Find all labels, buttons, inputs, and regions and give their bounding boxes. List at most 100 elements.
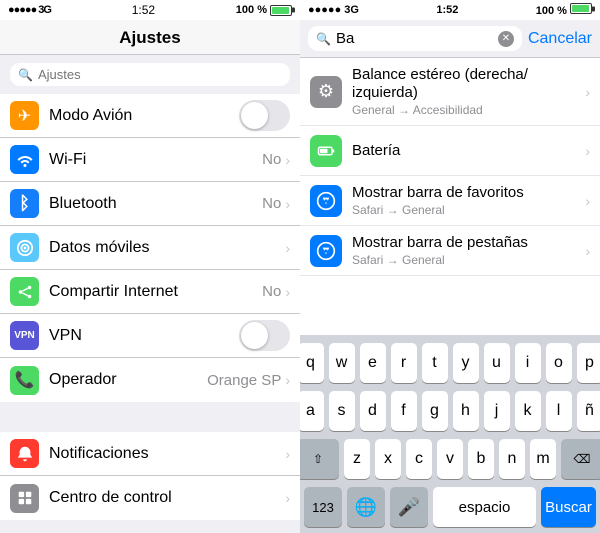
key-j[interactable]: j bbox=[484, 391, 510, 431]
notificaciones-icon bbox=[10, 439, 39, 468]
sidebar-item-datos[interactable]: Datos móviles › bbox=[0, 226, 300, 270]
barra-pestanas-title: Mostrar barra de pestañas bbox=[352, 234, 585, 252]
right-search-input[interactable] bbox=[336, 30, 493, 47]
key-globe[interactable]: 🌐 bbox=[347, 487, 385, 527]
vpn-toggle[interactable] bbox=[239, 320, 290, 351]
result-barra-pestanas[interactable]: Mostrar barra de pestañas Safari → Gener… bbox=[300, 226, 600, 276]
key-h[interactable]: h bbox=[453, 391, 479, 431]
sidebar-item-operador[interactable]: 📞 Operador Orange SP › bbox=[0, 358, 300, 402]
settings-list: ✈ Modo Avión Wi-Fi No › ᛒ bbox=[0, 94, 300, 533]
sidebar-item-bluetooth[interactable]: ᛒ Bluetooth No › bbox=[0, 182, 300, 226]
key-e[interactable]: e bbox=[360, 343, 386, 383]
battery-icon bbox=[270, 5, 292, 16]
key-a[interactable]: a bbox=[300, 391, 324, 431]
key-p[interactable]: p bbox=[577, 343, 600, 383]
centro-control-label: Centro de control bbox=[49, 489, 285, 507]
key-u[interactable]: u bbox=[484, 343, 510, 383]
right-signal: ●●●●● 3G bbox=[308, 4, 359, 16]
keyboard: q w e r t y u i o p a s d f g h j k l ñ … bbox=[300, 335, 600, 533]
bluetooth-icon: ᛒ bbox=[10, 189, 39, 218]
sidebar-item-vpn[interactable]: VPN VPN bbox=[0, 314, 300, 358]
key-o[interactable]: o bbox=[546, 343, 572, 383]
key-w[interactable]: w bbox=[329, 343, 355, 383]
wifi-chevron: › bbox=[285, 152, 290, 168]
keyboard-row-1: q w e r t y u i o p bbox=[304, 343, 596, 383]
key-123[interactable]: 123 bbox=[304, 487, 342, 527]
notificaciones-label: Notificaciones bbox=[49, 445, 285, 463]
bateria-icon bbox=[310, 135, 342, 167]
balance-subtitle: General → Accesibilidad bbox=[352, 103, 585, 117]
vpn-icon: VPN bbox=[10, 321, 39, 350]
sidebar-item-wifi[interactable]: Wi-Fi No › bbox=[0, 138, 300, 182]
notificaciones-chevron: › bbox=[285, 446, 290, 462]
key-buscar[interactable]: Buscar bbox=[541, 487, 596, 527]
search-input[interactable] bbox=[38, 67, 282, 82]
safari-fav-icon bbox=[310, 185, 342, 217]
key-r[interactable]: r bbox=[391, 343, 417, 383]
section-separator bbox=[0, 402, 300, 432]
barra-favoritos-subtitle: Safari → General bbox=[352, 203, 585, 217]
right-search-bar: 🔍 ✕ Cancelar bbox=[300, 20, 600, 58]
wifi-value: No bbox=[262, 151, 281, 168]
key-q[interactable]: q bbox=[300, 343, 324, 383]
keyboard-bottom-row: 123 🌐 🎤 espacio Buscar bbox=[304, 487, 596, 527]
modo-avion-icon: ✈ bbox=[10, 101, 39, 130]
bluetooth-chevron: › bbox=[285, 196, 290, 212]
balance-chevron: › bbox=[585, 84, 590, 100]
clear-button[interactable]: ✕ bbox=[498, 31, 514, 47]
battery-fill bbox=[272, 7, 289, 14]
backspace-key[interactable]: ⌫ bbox=[561, 439, 600, 479]
compartir-icon bbox=[10, 277, 39, 306]
page-title: Ajustes bbox=[0, 28, 300, 48]
right-battery-percent: 100 % bbox=[536, 5, 567, 17]
key-g[interactable]: g bbox=[422, 391, 448, 431]
key-y[interactable]: y bbox=[453, 343, 479, 383]
sidebar-item-compartir[interactable]: Compartir Internet No › bbox=[0, 270, 300, 314]
balance-title: Balance estéreo (derecha/ izquierda) bbox=[352, 66, 585, 102]
sidebar-item-modo-avion[interactable]: ✈ Modo Avión bbox=[0, 94, 300, 138]
result-bateria[interactable]: Batería › bbox=[300, 126, 600, 176]
right-battery-fill bbox=[572, 5, 589, 12]
search-results: ⚙ Balance estéreo (derecha/ izquierda) G… bbox=[300, 58, 600, 335]
datos-chevron: › bbox=[285, 240, 290, 256]
sidebar-item-centro-control[interactable]: Centro de control › bbox=[0, 476, 300, 520]
right-search-icon: 🔍 bbox=[316, 32, 331, 46]
cancel-button[interactable]: Cancelar bbox=[528, 30, 592, 48]
modo-avion-toggle[interactable] bbox=[239, 100, 290, 131]
barra-favoritos-chevron: › bbox=[585, 193, 590, 209]
operador-chevron: › bbox=[285, 372, 290, 388]
key-c[interactable]: c bbox=[406, 439, 432, 479]
right-battery-icon bbox=[570, 3, 592, 14]
result-barra-favoritos[interactable]: Mostrar barra de favoritos Safari → Gene… bbox=[300, 176, 600, 226]
shift-key[interactable]: ⇧ bbox=[300, 439, 339, 479]
compartir-chevron: › bbox=[285, 284, 290, 300]
key-l[interactable]: l bbox=[546, 391, 572, 431]
key-v[interactable]: v bbox=[437, 439, 463, 479]
key-x[interactable]: x bbox=[375, 439, 401, 479]
right-search-input-wrap[interactable]: 🔍 ✕ bbox=[308, 26, 522, 51]
operador-label: Operador bbox=[49, 371, 207, 389]
datos-icon bbox=[10, 233, 39, 262]
key-mic[interactable]: 🎤 bbox=[390, 487, 428, 527]
key-t[interactable]: t bbox=[422, 343, 448, 383]
key-space[interactable]: espacio bbox=[433, 487, 536, 527]
search-input-wrap[interactable]: 🔍 bbox=[10, 63, 290, 86]
key-d[interactable]: d bbox=[360, 391, 386, 431]
barra-pestanas-text: Mostrar barra de pestañas Safari → Gener… bbox=[352, 234, 585, 267]
key-i[interactable]: i bbox=[515, 343, 541, 383]
key-n[interactable]: n bbox=[499, 439, 525, 479]
key-f[interactable]: f bbox=[391, 391, 417, 431]
operador-value: Orange SP bbox=[207, 372, 281, 389]
key-m[interactable]: m bbox=[530, 439, 556, 479]
operador-icon: 📞 bbox=[10, 366, 39, 395]
key-z[interactable]: z bbox=[344, 439, 370, 479]
key-b[interactable]: b bbox=[468, 439, 494, 479]
right-time: 1:52 bbox=[436, 4, 458, 16]
key-s[interactable]: s bbox=[329, 391, 355, 431]
datos-label: Datos móviles bbox=[49, 239, 285, 257]
result-balance[interactable]: ⚙ Balance estéreo (derecha/ izquierda) G… bbox=[300, 58, 600, 126]
key-n-tilde[interactable]: ñ bbox=[577, 391, 600, 431]
sidebar-item-notificaciones[interactable]: Notificaciones › bbox=[0, 432, 300, 476]
balance-text: Balance estéreo (derecha/ izquierda) Gen… bbox=[352, 66, 585, 117]
key-k[interactable]: k bbox=[515, 391, 541, 431]
